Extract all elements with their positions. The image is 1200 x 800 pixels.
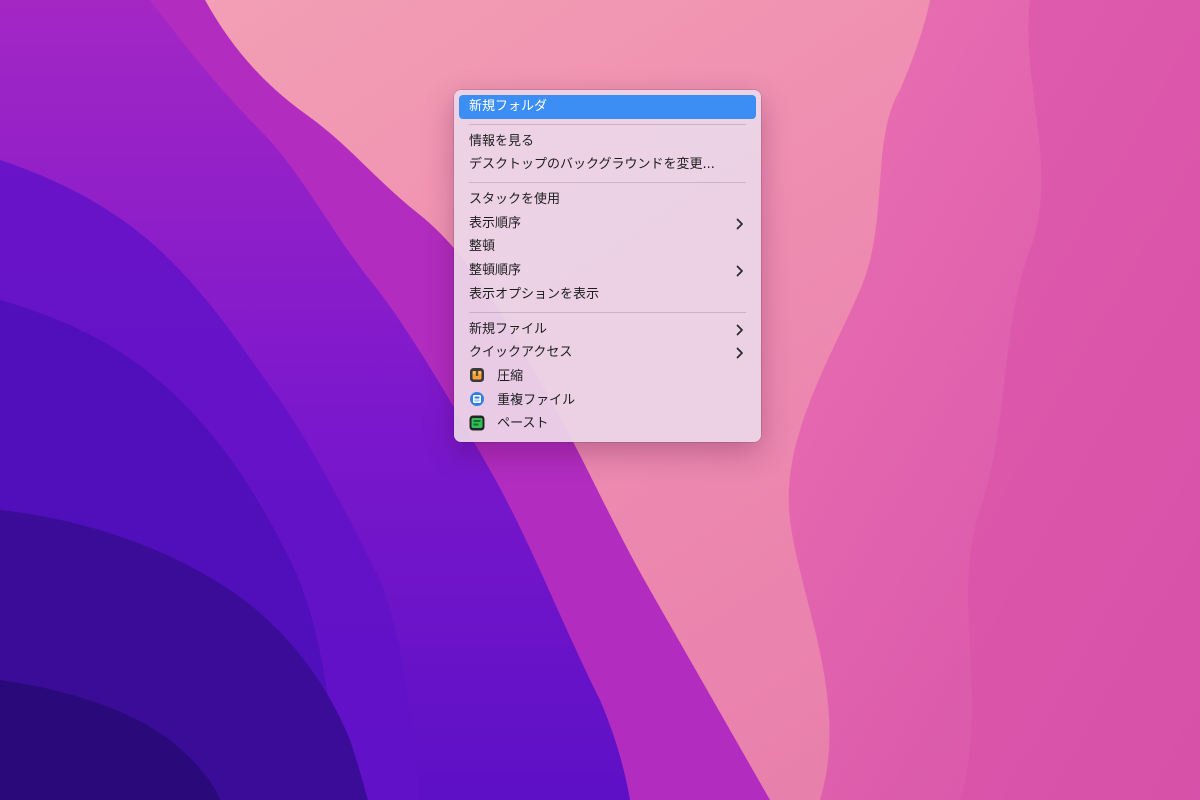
- menu-item-get-info[interactable]: 情報を見る: [459, 130, 756, 154]
- chevron-right-icon: [736, 259, 746, 283]
- menu-item-label: 整頓順序: [469, 263, 522, 279]
- menu-item-label: 圧縮: [497, 368, 524, 384]
- menu-item-label: ペースト: [497, 416, 549, 432]
- menu-separator: [469, 182, 746, 184]
- chevron-right-icon: [736, 318, 746, 342]
- paste-app-icon: [469, 415, 485, 431]
- menu-item-clean-up[interactable]: 整頓: [459, 235, 756, 259]
- menu-item-duplicate-files[interactable]: 重複ファイル: [459, 389, 756, 413]
- menu-item-label: 情報を見る: [469, 133, 535, 149]
- chevron-right-icon: [736, 341, 746, 365]
- menu-item-new-file[interactable]: 新規ファイル: [459, 318, 756, 342]
- menu-item-quick-access[interactable]: クイックアクセス: [459, 341, 756, 365]
- menu-item-new-folder[interactable]: 新規フォルダ: [459, 95, 756, 119]
- menu-item-label: クイックアクセス: [469, 345, 573, 361]
- menu-item-compress[interactable]: 圧縮: [459, 365, 756, 389]
- menu-item-label: 表示順序: [469, 215, 522, 231]
- context-menu: 新規フォルダ 情報を見る デスクトップのバックグラウンドを変更... スタックを…: [454, 90, 761, 442]
- menu-separator: [469, 123, 746, 125]
- chevron-right-icon: [736, 212, 746, 236]
- menu-item-label: デスクトップのバックグラウンドを変更...: [469, 157, 715, 173]
- menu-item-label: スタックを使用: [469, 192, 561, 208]
- menu-separator: [469, 311, 746, 313]
- menu-item-paste[interactable]: ペースト: [459, 412, 756, 436]
- menu-item-label: 整頓: [469, 239, 496, 255]
- menu-item-show-view-options[interactable]: 表示オプションを表示: [459, 283, 756, 307]
- menu-item-label: 新規フォルダ: [469, 99, 548, 114]
- menu-item-use-stacks[interactable]: スタックを使用: [459, 188, 756, 212]
- menu-item-clean-up-by[interactable]: 整頓順序: [459, 259, 756, 283]
- menu-item-label: 新規ファイル: [469, 321, 548, 337]
- menu-item-label: 重複ファイル: [497, 392, 576, 408]
- menu-item-label: 表示オプションを表示: [469, 286, 600, 302]
- duplicate-files-app-icon: [469, 391, 485, 407]
- menu-item-sort-by[interactable]: 表示順序: [459, 212, 756, 236]
- menu-item-change-background[interactable]: デスクトップのバックグラウンドを変更...: [459, 153, 756, 177]
- compress-app-icon: [469, 367, 485, 383]
- desktop[interactable]: 新規フォルダ 情報を見る デスクトップのバックグラウンドを変更... スタックを…: [0, 0, 1200, 800]
